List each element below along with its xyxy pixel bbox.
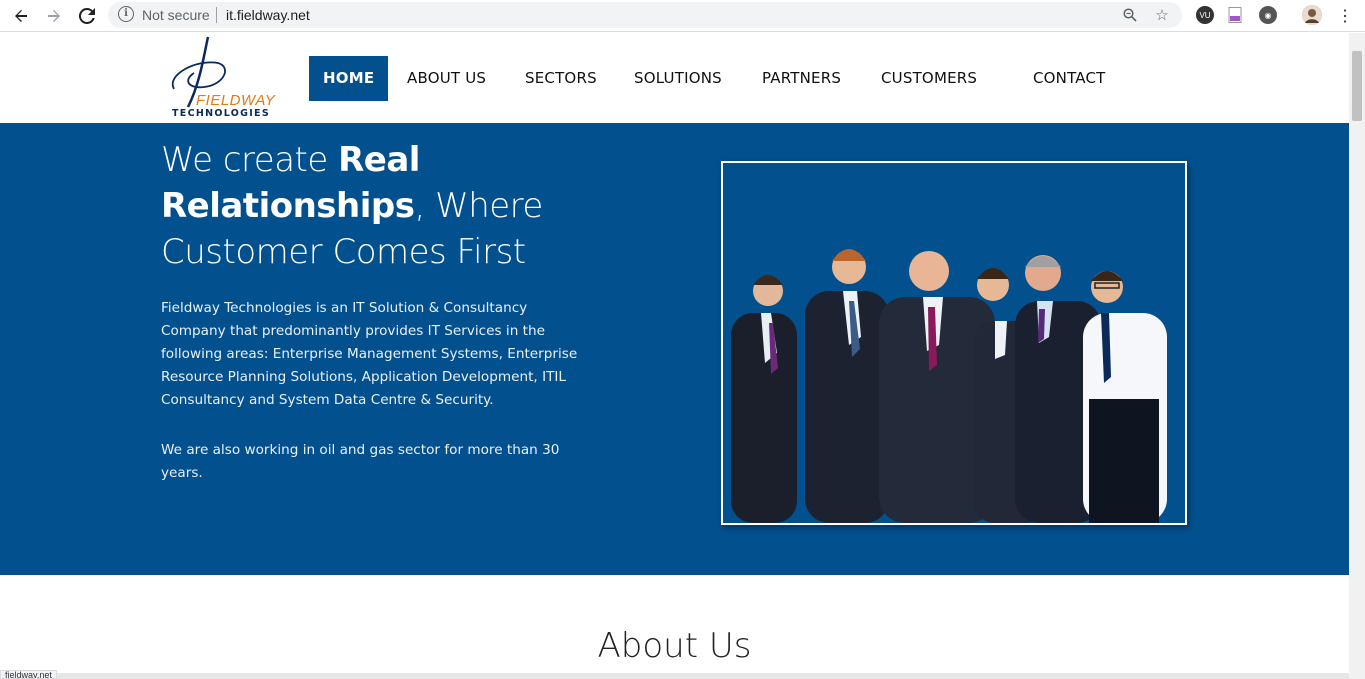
profile-avatar[interactable] — [1302, 5, 1322, 25]
scrollbar-thumb[interactable] — [1352, 51, 1362, 121]
team-photo — [721, 161, 1187, 525]
about-us-heading: About Us — [597, 626, 752, 666]
menu-kebab-icon[interactable]: ⋮ — [1333, 4, 1357, 28]
site-header: FIELDWAY TECHNOLOGIES HOME ABOUT US SECT… — [0, 33, 1349, 123]
extension-circle-icon[interactable]: ◉ — [1259, 6, 1277, 24]
person-2 — [805, 249, 889, 523]
logo-fieldway-text: FIELDWAY — [196, 92, 276, 109]
forward-arrow-icon[interactable] — [42, 4, 66, 28]
nav-contact[interactable]: CONTACT — [1033, 56, 1106, 101]
url-text[interactable]: it.fieldway.net — [226, 7, 310, 23]
star-icon[interactable]: ☆ — [1152, 5, 1172, 25]
nav-about-us[interactable]: ABOUT US — [407, 56, 486, 101]
hero-paragraph-1: Fieldway Technologies is an IT Solution … — [161, 300, 578, 408]
security-label: Not secure — [142, 7, 210, 23]
reload-icon[interactable] — [75, 4, 99, 28]
info-icon[interactable]: i — [118, 6, 134, 22]
pdf-extension-icon[interactable] — [1228, 6, 1242, 24]
nav-sectors[interactable]: SECTORS — [525, 56, 597, 101]
vertical-scrollbar[interactable] — [1349, 33, 1365, 679]
person-1 — [731, 275, 797, 523]
browser-toolbar: i Not secure it.fieldway.net ☆ VU ◉ ⋮ — [0, 0, 1365, 32]
back-arrow-icon[interactable] — [9, 4, 33, 28]
nav-solutions[interactable]: SOLUTIONS — [634, 56, 722, 101]
nav-home[interactable]: HOME — [309, 56, 389, 101]
extension-vu-icon[interactable]: VU — [1196, 6, 1214, 24]
nav-customers[interactable]: CUSTOMERS — [881, 56, 977, 101]
zoom-icon[interactable] — [1120, 5, 1140, 25]
status-url: fieldway.net — [0, 670, 57, 679]
horizontal-scrollbar[interactable] — [0, 673, 1349, 679]
omnibox-divider — [216, 7, 217, 23]
hero-section: We create Real Relationships, Where Cust… — [0, 123, 1349, 575]
logo-technologies-text: TECHNOLOGIES — [172, 108, 270, 119]
hero-paragraph-2: We are also working in oil and gas secto… — [161, 442, 560, 481]
nav-partners[interactable]: PARTNERS — [762, 56, 841, 101]
person-6 — [1083, 271, 1167, 523]
address-bar[interactable]: i Not secure it.fieldway.net ☆ — [108, 2, 1182, 28]
hero-title: We create Real Relationships, Where Cust… — [161, 140, 543, 272]
